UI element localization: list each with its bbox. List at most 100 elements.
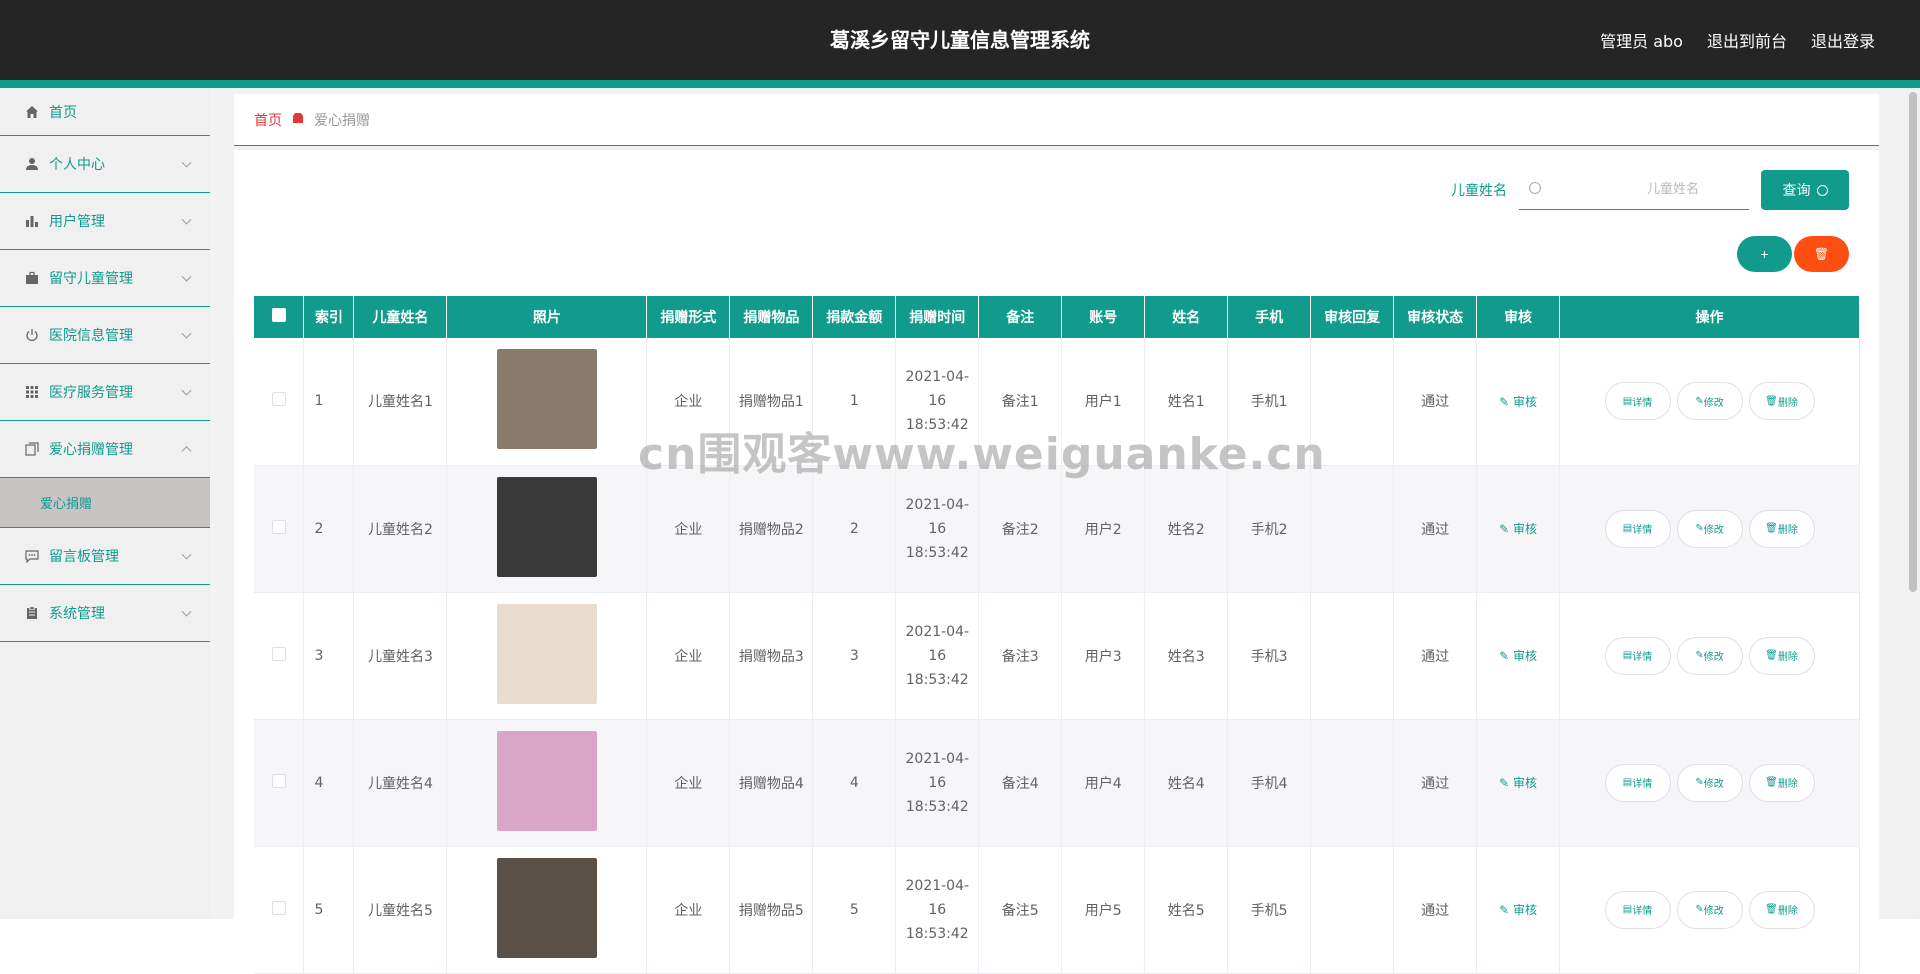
copy-icon bbox=[24, 441, 40, 457]
edit-label: 修改 bbox=[1703, 652, 1724, 663]
cell-text: 企业 bbox=[674, 521, 703, 538]
audit-link[interactable]: ✎ 审核 bbox=[1499, 395, 1537, 409]
audit-link[interactable]: ✎ 审核 bbox=[1499, 649, 1537, 663]
delete-button[interactable]: 🗑 删除 bbox=[1748, 890, 1815, 929]
query-button[interactable]: 查询 bbox=[1761, 170, 1849, 210]
chevron-down-icon bbox=[181, 328, 192, 339]
edit-button[interactable]: ✎ 修改 bbox=[1676, 382, 1743, 421]
table-header: 捐赠时间 bbox=[895, 296, 980, 338]
cell-text: 捐赠物品4 bbox=[738, 775, 804, 792]
main-area: 首页 爱心捐赠 儿童姓名 查询 + 🗑 索引 bbox=[210, 88, 1920, 974]
audit-link[interactable]: ✎ 审核 bbox=[1499, 776, 1537, 790]
table-row: 5 儿童姓名5 企业 捐赠物品5 5 2021-04-16 18:53:42 备注5 用户5 姓… bbox=[254, 846, 1860, 974]
table-cell: 通过 bbox=[1393, 719, 1478, 847]
row-checkbox[interactable] bbox=[271, 900, 286, 915]
sidebar-item-users[interactable]: 用户管理 bbox=[0, 193, 210, 250]
table-cell: 2021-04-16 18:53:42 bbox=[895, 719, 980, 847]
cell-text: 5 bbox=[849, 901, 859, 918]
cell-text: 姓名4 bbox=[1167, 775, 1205, 792]
sidebar-item-home[interactable]: 首页 bbox=[0, 88, 210, 136]
cell-text: 备注1 bbox=[1001, 394, 1039, 411]
table-cell: 企业 bbox=[646, 465, 731, 593]
cell-text: 4 bbox=[849, 774, 859, 791]
detail-button[interactable]: ▤ 详情 bbox=[1604, 382, 1671, 421]
sidebar-item-donation[interactable]: 爱心捐赠管理 bbox=[0, 421, 210, 478]
table-cell: 手机3 bbox=[1227, 592, 1312, 720]
sidebar-subitem-donation[interactable]: 爱心捐赠 bbox=[0, 478, 210, 528]
breadcrumb-home[interactable]: 首页 bbox=[254, 110, 282, 130]
sidebar-item-messages[interactable]: 留言板管理 bbox=[0, 528, 210, 585]
table-header: 账号 bbox=[1061, 296, 1146, 338]
detail-label: 详情 bbox=[1632, 779, 1653, 790]
delete-button[interactable]: 🗑 删除 bbox=[1748, 382, 1815, 421]
audit-link[interactable]: ✎ 审核 bbox=[1499, 903, 1537, 917]
row-select-cell[interactable] bbox=[254, 338, 305, 466]
table-cell: 通过 bbox=[1393, 846, 1478, 974]
table-cell: 4 bbox=[303, 719, 355, 847]
sidebar-item-children[interactable]: 留守儿童管理 bbox=[0, 250, 210, 307]
sidebar-item-hospital[interactable]: 医院信息管理 bbox=[0, 307, 210, 364]
table-cell: 姓名2 bbox=[1144, 465, 1229, 593]
table-header: 备注 bbox=[978, 296, 1063, 338]
edit-button[interactable]: ✎ 修改 bbox=[1676, 890, 1743, 929]
child-photo bbox=[496, 857, 597, 958]
cell-text: 姓名1 bbox=[1167, 394, 1205, 411]
cell-text: 2021-04-16 18:53:42 bbox=[905, 496, 970, 561]
action-row: + 🗑 bbox=[1737, 236, 1849, 272]
chevron-down-icon bbox=[181, 549, 192, 560]
table-header-row: 索引 儿童姓名 照片 捐赠形式 捐赠物品 捐款金额 捐赠时间 备注 账号 姓名 … bbox=[254, 296, 1860, 338]
table-cell bbox=[1310, 592, 1395, 720]
logout-link[interactable]: 退出登录 bbox=[1811, 28, 1875, 52]
detail-label: 详情 bbox=[1632, 397, 1653, 409]
audit-cell: ✎ 审核 bbox=[1476, 846, 1561, 974]
audit-label: 审核 bbox=[1512, 522, 1537, 536]
add-button[interactable]: + bbox=[1737, 236, 1792, 272]
cell-text: 通过 bbox=[1421, 775, 1450, 792]
table-cell: 儿童姓名4 bbox=[353, 719, 448, 847]
row-checkbox[interactable] bbox=[271, 646, 286, 661]
table-cell: 用户2 bbox=[1061, 465, 1146, 593]
select-all-header[interactable] bbox=[254, 296, 305, 338]
to-front-link[interactable]: 退出到前台 bbox=[1707, 28, 1787, 52]
edit-button[interactable]: ✎ 修改 bbox=[1676, 636, 1743, 675]
cell-text: 捐赠物品2 bbox=[738, 521, 804, 538]
row-select-cell[interactable] bbox=[254, 719, 305, 847]
audit-cell: ✎ 审核 bbox=[1476, 592, 1561, 720]
table-cell: 用户5 bbox=[1061, 846, 1146, 974]
row-checkbox[interactable] bbox=[271, 773, 286, 788]
sidebar-item-system[interactable]: 系统管理 bbox=[0, 585, 210, 642]
select-all-checkbox[interactable] bbox=[271, 308, 286, 322]
table-cell: 姓名4 bbox=[1144, 719, 1229, 847]
cell-text: 备注2 bbox=[1001, 521, 1039, 538]
sidebar-item-label: 留守儿童管理 bbox=[49, 271, 133, 287]
batch-delete-button[interactable]: 🗑 bbox=[1794, 236, 1849, 272]
delete-button[interactable]: 🗑 删除 bbox=[1748, 763, 1815, 802]
detail-button[interactable]: ▤ 详情 bbox=[1604, 890, 1671, 929]
detail-button[interactable]: ▤ 详情 bbox=[1604, 509, 1671, 548]
cell-text: 5 bbox=[314, 901, 324, 918]
cell-text: 姓名2 bbox=[1167, 521, 1205, 538]
table-cell: 4 bbox=[812, 719, 897, 847]
table-header: 照片 bbox=[446, 296, 648, 338]
row-select-cell[interactable] bbox=[254, 465, 305, 593]
row-select-cell[interactable] bbox=[254, 592, 305, 720]
sidebar-item-personal[interactable]: 个人中心 bbox=[0, 136, 210, 193]
admin-label[interactable]: 管理员 abo bbox=[1600, 28, 1683, 52]
edit-button[interactable]: ✎ 修改 bbox=[1676, 763, 1743, 802]
scrollbar-thumb[interactable] bbox=[1909, 92, 1917, 592]
delete-button[interactable]: 🗑 删除 bbox=[1748, 509, 1815, 548]
delete-button[interactable]: 🗑 删除 bbox=[1748, 636, 1815, 675]
bar-chart-icon bbox=[24, 213, 40, 229]
row-checkbox[interactable] bbox=[271, 519, 286, 534]
detail-button[interactable]: ▤ 详情 bbox=[1604, 636, 1671, 675]
row-checkbox[interactable] bbox=[271, 392, 286, 407]
row-select-cell[interactable] bbox=[254, 846, 305, 974]
edit-button[interactable]: ✎ 修改 bbox=[1676, 509, 1743, 548]
detail-button[interactable]: ▤ 详情 bbox=[1604, 763, 1671, 802]
table-cell: 用户1 bbox=[1061, 338, 1146, 466]
sidebar-item-medical[interactable]: 医疗服务管理 bbox=[0, 364, 210, 421]
delete-label: 删除 bbox=[1777, 779, 1798, 790]
table-header: 姓名 bbox=[1144, 296, 1229, 338]
search-input[interactable] bbox=[1519, 170, 1749, 209]
audit-link[interactable]: ✎ 审核 bbox=[1499, 522, 1537, 536]
